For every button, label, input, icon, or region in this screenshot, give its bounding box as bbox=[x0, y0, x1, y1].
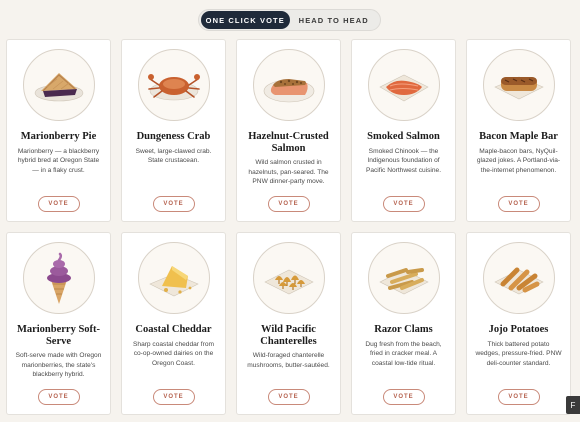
cheese-icon bbox=[137, 242, 210, 314]
vote-button[interactable]: VOTE bbox=[152, 389, 195, 405]
pie-icon bbox=[22, 49, 95, 121]
vote-button[interactable]: VOTE bbox=[152, 196, 195, 212]
food-name: Marionberry Soft-Serve bbox=[16, 324, 101, 347]
food-card: Coastal Cheddar Sharp coastal cheddar fr… bbox=[121, 232, 226, 415]
food-name: Marionberry Pie bbox=[20, 131, 97, 142]
vote-button[interactable]: VOTE bbox=[267, 389, 310, 405]
vote-button[interactable]: VOTE bbox=[382, 196, 425, 212]
food-description: Sweet, large-clawed crab. State crustace… bbox=[135, 147, 212, 165]
food-card: Wild Pacific Chanterelles Wild-foraged c… bbox=[236, 232, 341, 415]
food-name: Hazelnut-Crusted Salmon bbox=[248, 131, 329, 154]
smoked-salmon-icon bbox=[367, 49, 440, 121]
vote-mode-toggle: ONE CLICK VOTE HEAD TO HEAD bbox=[198, 9, 381, 31]
food-description: Thick battered potato wedges, pressure-f… bbox=[475, 340, 562, 367]
one-click-vote-tab[interactable]: ONE CLICK VOTE bbox=[201, 11, 290, 29]
food-card: Marionberry Soft-Serve Soft-serve made w… bbox=[6, 232, 111, 415]
food-name: Smoked Salmon bbox=[367, 131, 440, 142]
food-name: Coastal Cheddar bbox=[135, 324, 212, 335]
food-name: Razor Clams bbox=[374, 324, 433, 335]
corner-tab[interactable]: F bbox=[566, 396, 580, 414]
food-name: Wild Pacific Chanterelles bbox=[260, 324, 317, 347]
food-card: Jojo Potatoes Thick battered potato wedg… bbox=[466, 232, 571, 415]
food-description: Soft-serve made with Oregon marionberrie… bbox=[15, 352, 102, 378]
food-card: Razor Clams Dug fresh from the beach, fr… bbox=[351, 232, 456, 415]
food-card: Dungeness Crab Sweet, large-clawed crab.… bbox=[121, 39, 226, 222]
food-card: Hazelnut-Crusted Salmon Wild salmon crus… bbox=[236, 39, 341, 222]
vote-button[interactable]: VOTE bbox=[497, 389, 540, 405]
crab-icon bbox=[137, 49, 210, 121]
food-description: Dug fresh from the beach, fried in crack… bbox=[365, 340, 442, 367]
vote-button[interactable]: VOTE bbox=[497, 196, 540, 212]
food-description: Wild-foraged chanterelle mushrooms, butt… bbox=[247, 352, 330, 369]
food-grid: Marionberry Pie Marionberry — a blackber… bbox=[6, 39, 574, 415]
food-description: Sharp coastal cheddar from co-op-owned d… bbox=[133, 340, 214, 367]
salmon-fillet-icon bbox=[252, 49, 325, 121]
vote-button[interactable]: VOTE bbox=[382, 389, 425, 405]
food-description: Marionberry — a blackberry hybrid bred a… bbox=[17, 147, 100, 174]
vote-button[interactable]: VOTE bbox=[267, 196, 310, 212]
chanterelles-icon bbox=[252, 242, 325, 314]
food-description: Wild salmon crusted in hazelnuts, pan-se… bbox=[248, 159, 329, 185]
vote-button[interactable]: VOTE bbox=[37, 196, 80, 212]
maple-bar-icon bbox=[482, 49, 555, 121]
food-name: Bacon Maple Bar bbox=[479, 131, 558, 142]
food-description: Smoked Chinook — the Indigenous foundati… bbox=[365, 147, 442, 174]
head-to-head-tab[interactable]: HEAD TO HEAD bbox=[290, 11, 379, 29]
food-card: Smoked Salmon Smoked Chinook — the Indig… bbox=[351, 39, 456, 222]
razor-clams-icon bbox=[367, 242, 440, 314]
jojo-potatoes-icon bbox=[482, 242, 555, 314]
food-description: Maple-bacon bars, NyQuil-glazed jokes. A… bbox=[476, 147, 561, 174]
food-card: Marionberry Pie Marionberry — a blackber… bbox=[6, 39, 111, 222]
soft-serve-icon bbox=[22, 242, 95, 314]
food-name: Dungeness Crab bbox=[136, 131, 211, 142]
food-card: Bacon Maple Bar Maple-bacon bars, NyQuil… bbox=[466, 39, 571, 222]
vote-button[interactable]: VOTE bbox=[37, 389, 80, 405]
food-name: Jojo Potatoes bbox=[488, 324, 549, 335]
